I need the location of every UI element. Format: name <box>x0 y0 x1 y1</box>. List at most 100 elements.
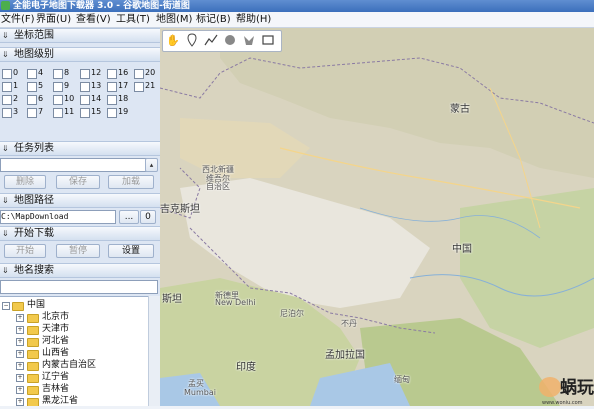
level-checkbox-11[interactable] <box>53 108 63 118</box>
title-bar: 全能电子地图下载器 3.0 - 谷歌地图-街道图 <box>0 0 594 12</box>
menu-tools[interactable]: 工具(T) <box>116 12 150 27</box>
level-checkbox-14[interactable] <box>80 95 90 105</box>
level-checkbox-7[interactable] <box>27 108 37 118</box>
level-checkbox-5[interactable] <box>27 82 37 92</box>
expand-icon[interactable]: + <box>16 398 24 406</box>
folder-icon <box>27 362 39 371</box>
map-label: 孟加拉国 <box>325 350 365 361</box>
collapse-icon: ⇓ <box>2 144 9 153</box>
collapse-icon[interactable]: − <box>2 302 10 310</box>
folder-icon <box>27 350 39 359</box>
section-download-header[interactable]: ⇓ 开始下载 <box>0 226 160 241</box>
level-checkbox-4[interactable] <box>27 69 37 79</box>
app-icon <box>1 1 10 10</box>
section-levels-header[interactable]: ⇓ 地图级别 <box>0 47 160 62</box>
path-input[interactable]: C:\MapDownload <box>0 210 116 224</box>
level-label: 8 <box>64 68 70 77</box>
level-checkbox-12[interactable] <box>80 69 90 79</box>
level-label: 5 <box>38 81 44 90</box>
level-checkbox-20[interactable] <box>134 69 144 79</box>
level-checkbox-1[interactable] <box>2 82 12 92</box>
zero-button[interactable]: 0 <box>140 210 156 224</box>
marker-pin-icon[interactable] <box>184 33 200 49</box>
level-checkbox-10[interactable] <box>53 95 63 105</box>
load-button[interactable]: 加载 <box>108 175 154 189</box>
level-checkbox-21[interactable] <box>134 82 144 92</box>
tree-scrollbar[interactable] <box>148 296 160 406</box>
level-label: 3 <box>13 107 19 116</box>
task-select[interactable] <box>0 158 147 172</box>
map-label: 不丹 <box>341 319 357 328</box>
level-label: 11 <box>64 107 75 116</box>
expand-icon[interactable]: + <box>16 326 24 334</box>
place-search-input[interactable] <box>0 280 158 294</box>
level-checkbox-6[interactable] <box>27 95 37 105</box>
folder-icon <box>27 314 39 323</box>
expand-icon[interactable]: + <box>16 338 24 346</box>
level-label: 20 <box>145 68 156 77</box>
map-label: New Delhi <box>215 298 256 307</box>
level-label: 10 <box>64 94 75 103</box>
map-label: 尼泊尔 <box>280 309 304 318</box>
expand-icon[interactable]: + <box>16 314 24 322</box>
polyline-icon[interactable] <box>203 33 219 49</box>
map-label: 吉克斯坦 <box>160 204 200 215</box>
section-search-header[interactable]: ⇓ 地名搜索 <box>0 263 160 278</box>
spinner-icon[interactable]: ▴ <box>145 158 158 172</box>
level-checkbox-17[interactable] <box>107 82 117 92</box>
level-checkbox-8[interactable] <box>53 69 63 79</box>
pan-hand-icon[interactable]: ✋ <box>165 33 181 49</box>
level-label: 0 <box>13 68 19 77</box>
rectangle-icon[interactable] <box>260 33 276 49</box>
expand-icon[interactable]: + <box>16 362 24 370</box>
level-checkbox-13[interactable] <box>80 82 90 92</box>
circle-icon[interactable] <box>222 33 238 49</box>
map-label: 蒙古 <box>450 104 470 115</box>
level-label: 21 <box>145 81 156 90</box>
expand-icon[interactable]: + <box>16 386 24 394</box>
map-label: 中国 <box>452 244 472 255</box>
polygon-icon[interactable] <box>241 33 257 49</box>
section-path-header[interactable]: ⇓ 地图路径 <box>0 193 160 208</box>
expand-icon[interactable]: + <box>16 350 24 358</box>
expand-icon[interactable]: + <box>16 374 24 382</box>
delete-button[interactable]: 删除 <box>4 175 46 189</box>
level-label: 1 <box>13 81 19 90</box>
section-coords-label: 坐标范围 <box>14 30 54 41</box>
section-search-label: 地名搜索 <box>14 265 54 276</box>
browse-button[interactable]: ... <box>119 210 139 224</box>
watermark-logo: 蜗玩 www.woniu.com <box>536 365 594 406</box>
level-checkbox-0[interactable] <box>2 69 12 79</box>
level-label: 9 <box>64 81 70 90</box>
level-checkbox-9[interactable] <box>53 82 63 92</box>
level-checkbox-15[interactable] <box>80 108 90 118</box>
section-levels-label: 地图级别 <box>14 49 54 60</box>
level-label: 2 <box>13 94 19 103</box>
pause-button[interactable]: 暂停 <box>56 244 100 258</box>
section-coords-header[interactable]: ⇓ 坐标范围 <box>0 28 160 43</box>
map-label: Mumbai <box>184 388 216 397</box>
settings-button[interactable]: 设置 <box>108 244 154 258</box>
section-tasks-label: 任务列表 <box>14 143 54 154</box>
collapse-icon: ⇓ <box>2 229 9 238</box>
save-button[interactable]: 保存 <box>56 175 100 189</box>
collapse-icon: ⇓ <box>2 196 9 205</box>
tree-item-label: 辽宁省 <box>42 372 70 382</box>
menu-marker[interactable]: 标记(B) <box>196 12 231 27</box>
menu-file[interactable]: 文件(F) <box>1 12 35 27</box>
menu-map[interactable]: 地图(M) <box>156 12 192 27</box>
level-checkbox-3[interactable] <box>2 108 12 118</box>
level-checkbox-18[interactable] <box>107 95 117 105</box>
start-button[interactable]: 开始 <box>4 244 46 258</box>
level-checkbox-19[interactable] <box>107 108 117 118</box>
tree-item-label: 天津市 <box>42 324 70 334</box>
level-checkbox-16[interactable] <box>107 69 117 79</box>
map-view[interactable]: 蒙古 西北新疆 维吾尔 自治区 吉克斯坦 中国 斯坦 新德里 New Delhi… <box>160 28 594 406</box>
menu-help[interactable]: 帮助(H) <box>236 12 271 27</box>
section-download-label: 开始下载 <box>14 228 54 239</box>
section-tasks-header[interactable]: ⇓ 任务列表 <box>0 141 160 156</box>
menu-ui[interactable]: 界面(U) <box>36 12 71 27</box>
level-checkbox-2[interactable] <box>2 95 12 105</box>
tree-item-label: 河北省 <box>42 336 70 346</box>
menu-view[interactable]: 查看(V) <box>76 12 111 27</box>
